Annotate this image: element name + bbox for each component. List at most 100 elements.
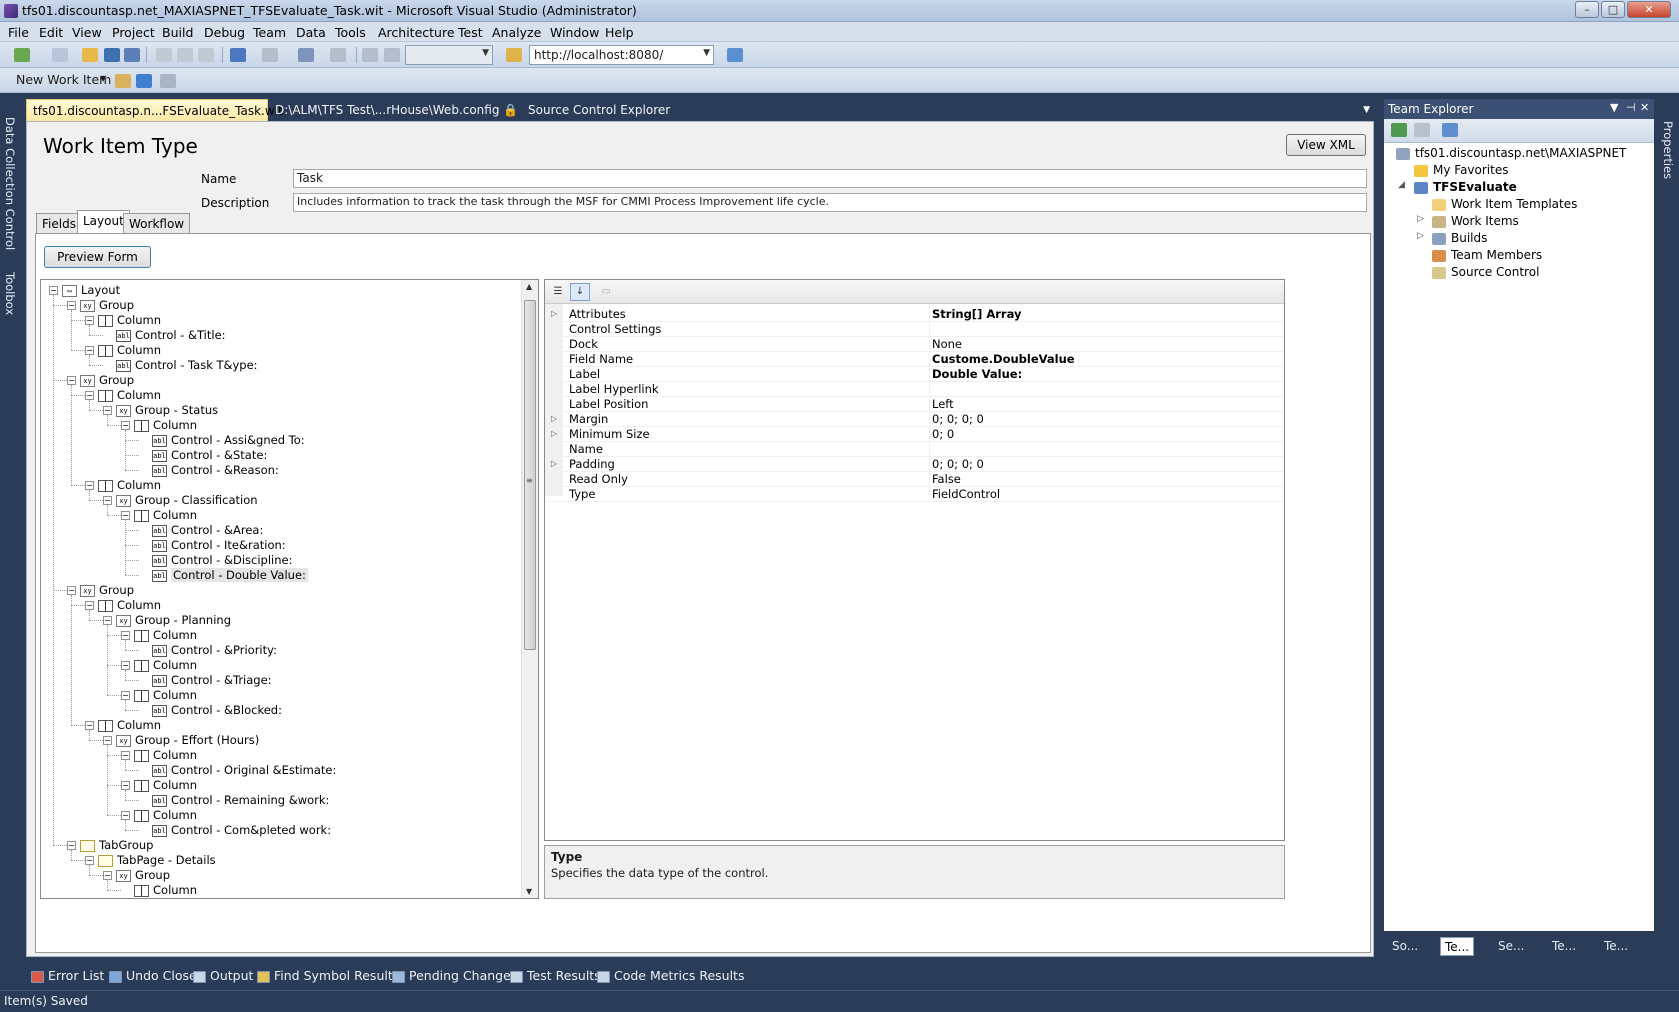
tab-test-results[interactable]: Test Results xyxy=(507,966,604,986)
tree-node-column[interactable]: − Column xyxy=(121,507,197,523)
menu-test[interactable]: Test xyxy=(458,25,483,40)
property-value[interactable]: Double Value: xyxy=(932,366,1022,382)
tree-node-control[interactable]: abl Control - &State: xyxy=(139,447,267,463)
cut-icon[interactable] xyxy=(156,48,172,62)
property-value[interactable]: FieldControl xyxy=(932,486,1000,502)
property-value[interactable]: String[] Array xyxy=(932,306,1021,322)
collapse-node-icon[interactable]: − xyxy=(103,406,112,415)
property-row[interactable]: Control Settings xyxy=(545,321,1284,337)
tree-node-group[interactable]: − xy Group xyxy=(67,582,134,598)
tree-node-control[interactable]: abl Control - &Priority: xyxy=(139,642,277,658)
tree-node-column[interactable]: Column xyxy=(121,882,197,898)
tab-web-config[interactable]: D:\ALM\TFS Test\...rHouse\Web.config 🔒 xyxy=(269,99,524,121)
auto-hide-pin-icon[interactable]: ⊣ xyxy=(1626,101,1636,114)
minimize-button[interactable]: – xyxy=(1575,1,1599,18)
my-favorites-node[interactable]: My Favorites xyxy=(1414,162,1508,178)
tree-node-column[interactable]: − Column xyxy=(121,777,197,793)
collapse-node-icon[interactable]: − xyxy=(121,751,130,760)
tab-test-list[interactable]: Te... xyxy=(1548,937,1580,956)
description-field[interactable]: Includes information to track the task t… xyxy=(293,193,1367,212)
menu-analyze[interactable]: Analyze xyxy=(492,25,541,40)
tree-node-group[interactable]: − xy Group - Planning xyxy=(103,612,231,628)
expand-property-icon[interactable]: ▷ xyxy=(551,456,557,472)
collapse-node-icon[interactable]: − xyxy=(103,496,112,505)
redo-icon[interactable] xyxy=(262,48,278,62)
project-node[interactable]: TFSEvaluate xyxy=(1414,179,1517,195)
menu-architecture[interactable]: Architecture xyxy=(378,25,455,40)
collapse-node-icon[interactable]: − xyxy=(85,391,94,400)
expand-work-items-icon[interactable]: ▷ xyxy=(1417,214,1424,224)
close-window-button[interactable]: ✕ xyxy=(1627,1,1671,18)
browse-icon[interactable] xyxy=(506,48,522,62)
property-value[interactable]: False xyxy=(932,471,961,487)
start-debugging-icon[interactable] xyxy=(362,48,378,62)
tree-node-control[interactable]: abl Control - Double Value: xyxy=(139,567,308,583)
tab-list-dropdown-icon[interactable]: ▼ xyxy=(1363,105,1370,115)
collapse-node-icon[interactable]: − xyxy=(121,421,130,430)
source-control-node[interactable]: Source Control xyxy=(1432,264,1539,280)
tab-find-symbol-results[interactable]: Find Symbol Results xyxy=(254,966,402,986)
tab-test-view[interactable]: Te... xyxy=(1600,937,1632,956)
property-row[interactable]: Read Only False xyxy=(545,471,1284,487)
name-field[interactable]: Task xyxy=(293,169,1367,188)
url-combo[interactable]: http://localhost:8080/▼ xyxy=(529,45,714,65)
collapse-node-icon[interactable]: − xyxy=(121,781,130,790)
categorized-icon[interactable]: ☰ xyxy=(548,283,568,301)
data-collection-control-tab[interactable]: Data Collection Control xyxy=(3,117,17,250)
connect-to-server-icon[interactable] xyxy=(1442,123,1458,137)
find-icon[interactable] xyxy=(384,48,400,62)
work-item-templates-node[interactable]: Work Item Templates xyxy=(1432,196,1577,212)
copy-icon[interactable] xyxy=(177,48,193,62)
tree-node-column[interactable]: − Column xyxy=(85,387,161,403)
tree-node-control[interactable]: abl Control - Com&pleted work: xyxy=(139,822,331,838)
tree-node-control[interactable]: abl Control - &Area: xyxy=(139,522,263,538)
collapse-node-icon[interactable]: − xyxy=(67,841,76,850)
tree-node-control[interactable]: abl Control - Task T&ype: xyxy=(103,357,258,373)
property-row[interactable]: ▷ Padding 0; 0; 0; 0 xyxy=(545,456,1284,472)
paste-icon[interactable] xyxy=(198,48,214,62)
collapse-node-icon[interactable]: − xyxy=(85,481,94,490)
tab-team-explorer[interactable]: Te... xyxy=(1440,937,1475,956)
expand-builds-icon[interactable]: ▷ xyxy=(1417,231,1424,241)
collapse-node-icon[interactable]: − xyxy=(121,691,130,700)
preview-form-button[interactable]: Preview Form xyxy=(44,246,151,268)
open-file-icon[interactable] xyxy=(82,48,98,62)
property-value[interactable]: 0; 0; 0; 0 xyxy=(932,456,984,472)
new-work-item-button[interactable]: New Work Item xyxy=(16,72,111,87)
property-row[interactable]: ▷ Minimum Size 0; 0 xyxy=(545,426,1284,442)
property-row[interactable]: Label Position Left xyxy=(545,396,1284,412)
view-xml-button[interactable]: View XML xyxy=(1286,134,1366,156)
property-value[interactable]: Left xyxy=(932,396,954,412)
server-node[interactable]: tfs01.discountasp.net\MAXIASPNET xyxy=(1396,145,1626,161)
menu-help[interactable]: Help xyxy=(605,25,634,40)
new-project-icon[interactable] xyxy=(14,48,30,62)
property-value[interactable]: Custome.DoubleValue xyxy=(932,351,1075,367)
tab-undo-close[interactable]: Undo Close xyxy=(106,966,200,986)
tree-node-control[interactable]: abl Control - &Title: xyxy=(103,327,226,343)
property-row[interactable]: Name xyxy=(545,441,1284,457)
team-members-node[interactable]: Team Members xyxy=(1432,247,1542,263)
layout-tree[interactable]: − ▭ Layout − xy Group − Column abl Control - &Tit… xyxy=(40,279,539,899)
menu-edit[interactable]: Edit xyxy=(39,25,63,40)
tree-node-column[interactable]: − Column xyxy=(85,717,161,733)
tree-node-column[interactable]: − Column xyxy=(85,342,161,358)
tree-node-column[interactable]: − Column xyxy=(121,657,197,673)
stop-icon[interactable] xyxy=(1414,123,1430,137)
window-position-icon[interactable]: ▼ xyxy=(1610,101,1618,114)
collapse-node-icon[interactable]: − xyxy=(67,586,76,595)
collapse-node-icon[interactable]: − xyxy=(85,601,94,610)
menu-file[interactable]: File xyxy=(8,25,29,40)
property-value[interactable]: 0; 0; 0; 0 xyxy=(932,411,984,427)
collapse-project-icon[interactable]: ◢ xyxy=(1398,180,1405,190)
tree-node-control[interactable]: abl Control - Remaining &work: xyxy=(139,792,329,808)
menu-data[interactable]: Data xyxy=(296,25,326,40)
menu-project[interactable]: Project xyxy=(112,25,155,40)
collapse-node-icon[interactable]: − xyxy=(85,856,94,865)
tree-node-group[interactable]: − xy Group xyxy=(103,867,170,883)
property-row[interactable]: Type FieldControl xyxy=(545,486,1284,502)
tree-node-control[interactable]: abl Control - &Reason: xyxy=(139,462,279,478)
property-pages-icon[interactable]: ▭ xyxy=(596,283,616,301)
new-work-item-dropdown-icon[interactable]: ▼ xyxy=(100,74,106,83)
tab-error-list[interactable]: Error List xyxy=(28,966,107,986)
tree-node-group[interactable]: − xy Group xyxy=(67,372,134,388)
